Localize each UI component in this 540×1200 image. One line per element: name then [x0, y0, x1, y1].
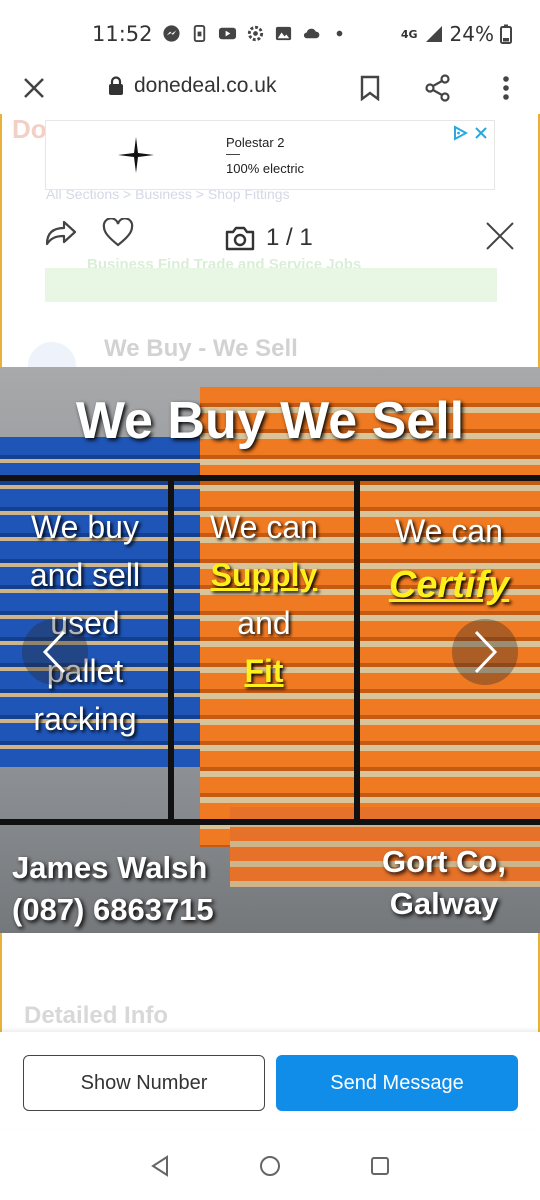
lock-icon — [109, 76, 123, 95]
forward-share-icon — [45, 220, 77, 246]
messenger-icon — [163, 25, 180, 42]
photo-contact: James Walsh (087) 6863715 — [12, 847, 214, 931]
dot-icon — [336, 30, 343, 37]
photo-headline: We Buy We Sell — [75, 392, 465, 450]
settings-icon — [247, 25, 264, 42]
photo-col2-text: We can Supply and Fit — [180, 503, 348, 695]
close-viewer-button[interactable] — [484, 220, 516, 252]
back-icon[interactable] — [148, 1154, 172, 1178]
notification-icons — [162, 24, 349, 43]
system-navigation-bar — [0, 1130, 540, 1200]
green-banner-strip — [45, 268, 495, 302]
youtube-icon — [218, 27, 237, 40]
adchoices-icon[interactable] — [452, 125, 468, 141]
browser-toolbar: donedeal.co.uk — [0, 62, 540, 114]
contact-phone: (087) 6863715 — [12, 892, 214, 927]
col1-line: We buy — [31, 509, 139, 545]
ad-banner[interactable]: Polestar 2 100% electric — [45, 120, 495, 190]
col1-line: and sell — [29, 557, 141, 593]
image-counter: 1 / 1 — [224, 224, 313, 252]
more-options-button[interactable] — [490, 72, 522, 104]
col2-highlight: Fit — [244, 653, 284, 689]
send-message-button[interactable]: Send Message — [276, 1055, 518, 1111]
col3-line: We can — [395, 513, 503, 549]
close-tab-button[interactable] — [18, 72, 50, 104]
bookmark-button[interactable] — [354, 72, 386, 104]
frame-divider-2 — [354, 475, 360, 825]
gallery-icon — [275, 26, 292, 41]
col2-line: We can — [210, 509, 318, 545]
recents-icon[interactable] — [368, 1154, 392, 1178]
camera-icon — [225, 226, 255, 251]
status-right: 4G 24% — [401, 22, 512, 46]
image-counter-text: 1 / 1 — [266, 224, 313, 251]
bookmark-icon — [360, 75, 380, 101]
close-icon — [486, 222, 514, 250]
frame-divider-1 — [168, 475, 174, 825]
photo-col3-text: We can Certify — [364, 507, 534, 609]
favourite-button[interactable] — [102, 218, 134, 248]
image-viewer-toolbar: 1 / 1 — [0, 210, 540, 262]
col2-highlight: Supply — [210, 557, 318, 593]
previous-image-button[interactable] — [22, 619, 88, 685]
col2-line: and — [237, 605, 291, 641]
site-logo-fragment: Do — [12, 114, 47, 144]
col3-highlight: Certify — [388, 564, 510, 606]
url-text: donedeal.co.uk — [134, 74, 277, 97]
share-icon — [425, 74, 450, 102]
contact-action-bar: Show Number Send Message — [0, 1032, 540, 1128]
photo-location: Gort Co, Galway — [382, 841, 506, 925]
contact-name: James Walsh — [12, 850, 208, 885]
ad-tagline: 100% electric — [226, 161, 305, 176]
next-image-button[interactable] — [452, 619, 518, 685]
col1-line: racking — [33, 701, 137, 737]
ad-close-icon[interactable] — [474, 125, 488, 141]
cloud-icon — [303, 28, 320, 39]
status-time: 11:52 — [92, 22, 153, 46]
share-image-button[interactable] — [44, 218, 78, 248]
show-number-button[interactable]: Show Number — [23, 1055, 265, 1111]
frame-bottom — [0, 819, 540, 825]
polestar-logo-icon — [118, 137, 154, 173]
signal-icon — [425, 26, 442, 42]
chevron-left-icon — [42, 630, 66, 674]
chevron-right-icon — [474, 630, 498, 674]
photo-col1-text: We buy and sell used pallet racking — [10, 503, 160, 743]
network-type: 4G — [400, 27, 418, 41]
location-line: Galway — [389, 886, 499, 921]
ad-divider — [226, 154, 240, 155]
share-button[interactable] — [422, 72, 454, 104]
battery-percent: 24% — [449, 22, 494, 46]
listing-photo: We Buy We Sell We buy and sell used pall… — [0, 367, 540, 933]
location-line: Gort Co, — [382, 844, 506, 879]
ad-choices[interactable] — [452, 125, 488, 141]
close-icon — [24, 78, 44, 98]
frame-top — [0, 475, 540, 481]
url-bar[interactable]: donedeal.co.uk — [108, 74, 276, 98]
home-icon[interactable] — [258, 1154, 282, 1178]
sim-icon — [193, 24, 206, 43]
ad-title: Polestar 2 — [226, 135, 285, 150]
status-bar: 11:52 4G 24% — [0, 0, 540, 68]
battery-icon — [500, 24, 512, 44]
seller-name: We Buy - We Sell — [104, 335, 298, 362]
more-vertical-icon — [503, 76, 509, 100]
heart-icon — [102, 218, 134, 247]
detailed-info-heading: Detailed Info — [24, 1002, 169, 1029]
